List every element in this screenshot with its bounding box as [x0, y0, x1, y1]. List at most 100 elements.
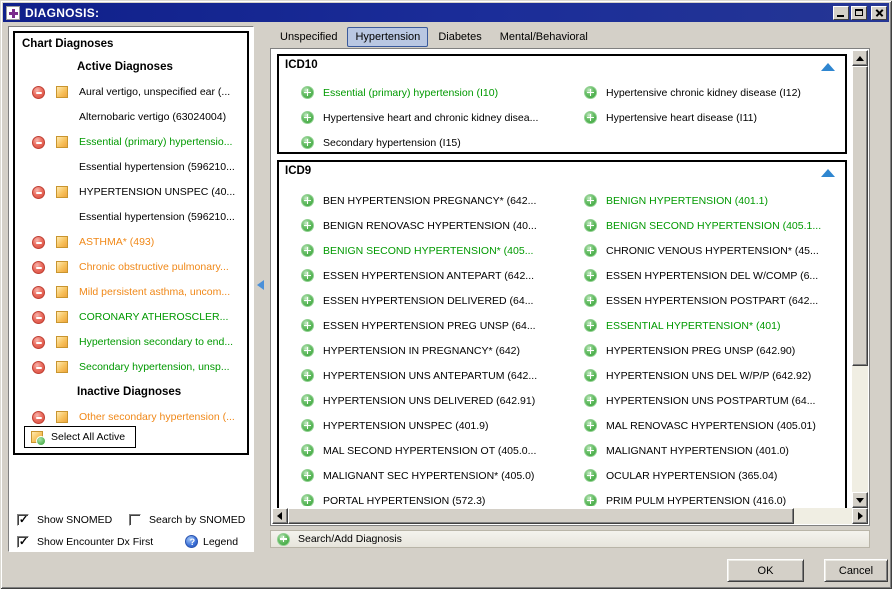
maximize-button[interactable] [851, 6, 867, 20]
add-diagnosis-icon[interactable] [584, 86, 597, 99]
show-encounter-dx-first-checkbox[interactable] [17, 536, 29, 548]
icd-diagnosis-row[interactable]: BENIGN SECOND HYPERTENSION (405.1... [562, 213, 845, 238]
icd-diagnosis-row[interactable]: ESSEN HYPERTENSION PREG UNSP (64... [279, 313, 562, 338]
note-icon[interactable] [56, 286, 68, 298]
note-icon[interactable] [56, 236, 68, 248]
remove-diagnosis-icon[interactable] [32, 286, 45, 299]
icd-diagnosis-row[interactable]: Hypertensive chronic kidney disease (I12… [562, 80, 845, 105]
add-diagnosis-icon[interactable] [301, 86, 314, 99]
collapse-icd9-icon[interactable] [821, 169, 835, 177]
vertical-scroll-thumb[interactable] [852, 66, 868, 366]
icd-diagnosis-row[interactable]: BENIGN HYPERTENSION (401.1) [562, 188, 845, 213]
add-diagnosis-icon[interactable] [301, 444, 314, 457]
remove-diagnosis-icon[interactable] [32, 261, 45, 274]
chart-diagnosis-row[interactable]: Chronic obstructive pulmonary... [15, 255, 245, 280]
search-by-snomed-checkbox[interactable] [129, 514, 141, 526]
remove-diagnosis-icon[interactable] [32, 361, 45, 374]
chart-diagnosis-row[interactable]: Essential hypertension (596210... [15, 155, 245, 180]
add-diagnosis-icon[interactable] [584, 294, 597, 307]
scroll-right-button[interactable] [852, 508, 868, 524]
add-diagnosis-icon[interactable] [301, 194, 314, 207]
minimize-button[interactable] [833, 6, 849, 20]
panel-collapse-arrow-icon[interactable] [257, 280, 264, 290]
add-diagnosis-icon[interactable] [301, 494, 314, 506]
chart-diagnosis-row[interactable]: HYPERTENSION UNSPEC (40... [15, 180, 245, 205]
note-icon[interactable] [56, 311, 68, 323]
chart-diagnosis-row[interactable]: Aural vertigo, unspecified ear (... [15, 80, 245, 105]
icd-diagnosis-row[interactable]: ESSEN HYPERTENSION DEL W/COMP (6... [562, 263, 845, 288]
ok-button[interactable]: OK [727, 559, 804, 582]
scroll-left-button[interactable] [272, 508, 288, 524]
horizontal-scroll-thumb[interactable] [288, 508, 794, 524]
icd-diagnosis-row[interactable]: HYPERTENSION PREG UNSP (642.90) [562, 338, 845, 363]
add-diagnosis-icon[interactable] [301, 394, 314, 407]
search-add-diagnosis-button[interactable]: Search/Add Diagnosis [270, 530, 870, 548]
icd-diagnosis-row[interactable]: HYPERTENSION UNS DELIVERED (642.91) [279, 388, 562, 413]
add-diagnosis-icon[interactable] [301, 369, 314, 382]
remove-diagnosis-icon[interactable] [32, 411, 45, 424]
note-icon[interactable] [56, 361, 68, 373]
chart-diagnosis-row[interactable]: CORONARY ATHEROSCLER... [15, 305, 245, 330]
chart-diagnosis-row[interactable]: Secondary hypertension, unsp... [15, 355, 245, 380]
icd-diagnosis-row[interactable]: Essential (primary) hypertension (I10) [279, 80, 562, 105]
chart-diagnosis-row[interactable]: Hypertension secondary to end... [15, 330, 245, 355]
close-button[interactable] [871, 6, 887, 20]
add-diagnosis-icon[interactable] [301, 469, 314, 482]
add-diagnosis-icon[interactable] [301, 294, 314, 307]
title-bar[interactable]: DIAGNOSIS: [3, 3, 889, 22]
add-diagnosis-icon[interactable] [584, 469, 597, 482]
icd-diagnosis-row[interactable]: HYPERTENSION UNS POSTPARTUM (64... [562, 388, 845, 413]
show-snomed-checkbox[interactable] [17, 514, 29, 526]
icd-diagnosis-row[interactable]: MAL RENOVASC HYPERTENSION (405.01) [562, 413, 845, 438]
tab-mental-behavioral[interactable]: Mental/Behavioral [492, 27, 596, 47]
add-diagnosis-icon[interactable] [584, 344, 597, 357]
remove-diagnosis-icon[interactable] [32, 236, 45, 249]
note-icon[interactable] [56, 86, 68, 98]
icd-diagnosis-row[interactable]: MALIGNANT SEC HYPERTENSION* (405.0) [279, 463, 562, 488]
icd-diagnosis-row[interactable]: HYPERTENSION UNSPEC (401.9) [279, 413, 562, 438]
note-icon[interactable] [56, 411, 68, 423]
remove-diagnosis-icon[interactable] [32, 311, 45, 324]
icd-diagnosis-row[interactable]: ESSENTIAL HYPERTENSION* (401) [562, 313, 845, 338]
icd-diagnosis-row[interactable]: BENIGN SECOND HYPERTENSION* (405... [279, 238, 562, 263]
chart-diagnosis-row[interactable]: ASTHMA* (493) [15, 230, 245, 255]
collapse-icd10-icon[interactable] [821, 63, 835, 71]
icd-diagnosis-row[interactable]: PORTAL HYPERTENSION (572.3) [279, 488, 562, 506]
select-all-active-button[interactable]: Select All Active [24, 426, 136, 448]
add-diagnosis-icon[interactable] [584, 319, 597, 332]
remove-diagnosis-icon[interactable] [32, 86, 45, 99]
add-diagnosis-icon[interactable] [584, 369, 597, 382]
add-diagnosis-icon[interactable] [584, 219, 597, 232]
tab-unspecified[interactable]: Unspecified [272, 27, 345, 47]
icd-diagnosis-row[interactable]: HYPERTENSION UNS ANTEPARTUM (642... [279, 363, 562, 388]
add-diagnosis-icon[interactable] [584, 419, 597, 432]
add-diagnosis-icon[interactable] [301, 136, 314, 149]
add-diagnosis-icon[interactable] [301, 419, 314, 432]
icd-diagnosis-row[interactable]: MAL SECOND HYPERTENSION OT (405.0... [279, 438, 562, 463]
icd-diagnosis-row[interactable]: CHRONIC VENOUS HYPERTENSION* (45... [562, 238, 845, 263]
icd-diagnosis-row[interactable]: PRIM PULM HYPERTENSION (416.0) [562, 488, 845, 506]
add-diagnosis-icon[interactable] [584, 269, 597, 282]
add-diagnosis-icon[interactable] [584, 494, 597, 506]
add-diagnosis-icon[interactable] [584, 111, 597, 124]
remove-diagnosis-icon[interactable] [32, 186, 45, 199]
scroll-down-button[interactable] [852, 492, 868, 508]
icd-diagnosis-row[interactable]: ESSEN HYPERTENSION ANTEPART (642... [279, 263, 562, 288]
add-diagnosis-icon[interactable] [301, 111, 314, 124]
chart-diagnosis-row[interactable]: Mild persistent asthma, uncom... [15, 280, 245, 305]
remove-diagnosis-icon[interactable] [32, 336, 45, 349]
chart-diagnosis-row[interactable]: Alternobaric vertigo (63024004) [15, 105, 245, 130]
icd-diagnosis-row[interactable]: HYPERTENSION UNS DEL W/P/P (642.92) [562, 363, 845, 388]
icd-diagnosis-row[interactable]: Secondary hypertension (I15) [279, 130, 562, 150]
cancel-button[interactable]: Cancel [824, 559, 888, 582]
add-diagnosis-icon[interactable] [584, 194, 597, 207]
icd-diagnosis-row[interactable]: HYPERTENSION IN PREGNANCY* (642) [279, 338, 562, 363]
add-diagnosis-icon[interactable] [584, 394, 597, 407]
add-diagnosis-icon[interactable] [584, 244, 597, 257]
icd-diagnosis-row[interactable]: ESSEN HYPERTENSION DELIVERED (64... [279, 288, 562, 313]
add-diagnosis-icon[interactable] [301, 219, 314, 232]
icd-diagnosis-row[interactable]: OCULAR HYPERTENSION (365.04) [562, 463, 845, 488]
add-diagnosis-icon[interactable] [301, 244, 314, 257]
icd-diagnosis-row[interactable]: BEN HYPERTENSION PREGNANCY* (642... [279, 188, 562, 213]
note-icon[interactable] [56, 186, 68, 198]
